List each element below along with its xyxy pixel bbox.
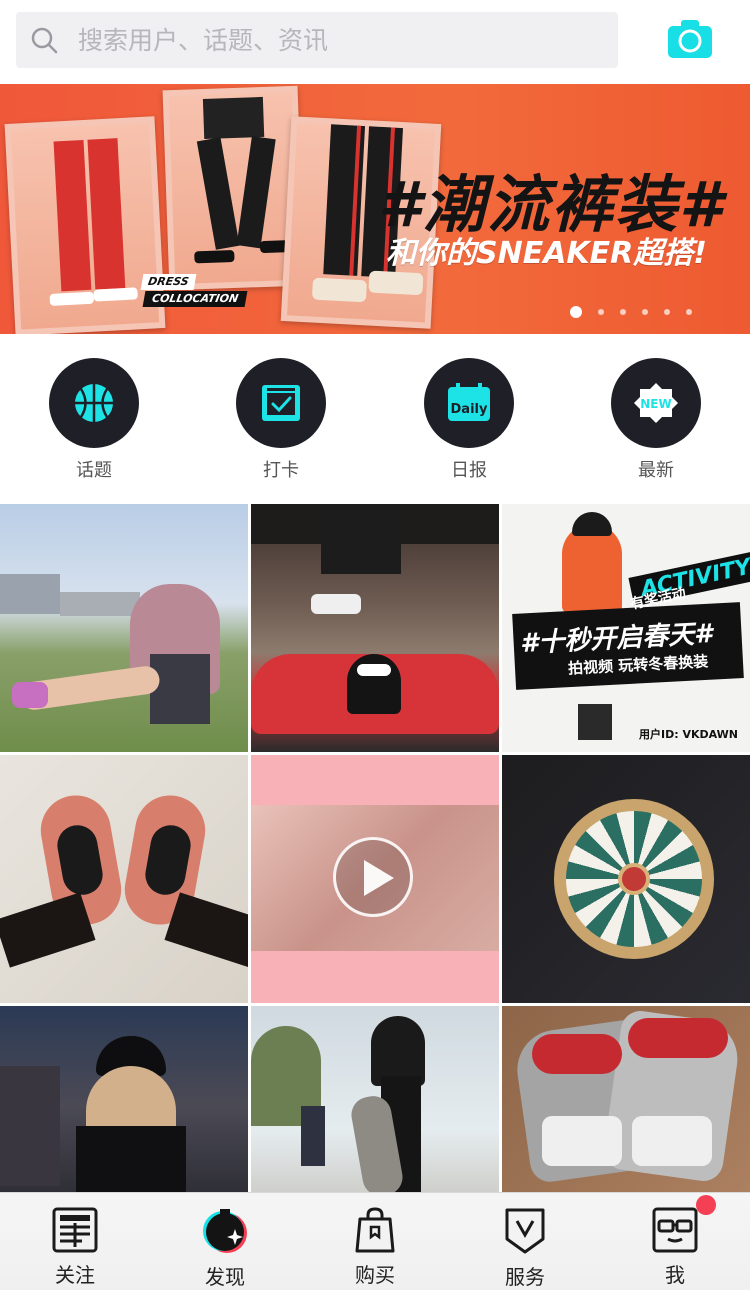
tab-label: 我 (665, 1263, 685, 1287)
feed-item[interactable] (0, 755, 248, 1003)
notification-badge (696, 1195, 716, 1215)
quick-entry-label: 最新 (638, 460, 674, 481)
play-icon[interactable] (333, 837, 413, 917)
banner-tag-dress: DRESS (140, 274, 196, 290)
banner-tag-collocation: COLLOCATION (142, 291, 248, 307)
tab-label: 发现 (205, 1265, 245, 1289)
carousel-dot[interactable] (598, 309, 604, 315)
svg-text:NEW: NEW (640, 397, 671, 411)
quick-entry-label: 打卡 (263, 460, 299, 481)
carousel-dot[interactable] (664, 309, 670, 315)
tab-service[interactable]: 服务 (470, 1207, 580, 1290)
person-shape (572, 512, 612, 536)
svg-text:Daily: Daily (451, 402, 488, 417)
feed-item[interactable] (0, 504, 248, 752)
feed-item[interactable] (251, 1006, 499, 1192)
person-shape (578, 704, 612, 740)
shopping-bag-icon (355, 1207, 395, 1253)
bottom-tab-bar: 关注 发现 购买 服务 我 (0, 1192, 750, 1290)
person-shape (150, 654, 210, 724)
building-shape (0, 574, 60, 614)
feed-item[interactable] (0, 1006, 248, 1192)
carousel-dot-active[interactable] (570, 306, 582, 318)
service-icon (505, 1208, 545, 1254)
profile-glasses-icon (652, 1207, 698, 1253)
tab-label: 服务 (505, 1265, 545, 1289)
banner-subtitle: 和你的SNEAKER超搭! (386, 236, 707, 271)
carousel-dot[interactable] (686, 309, 692, 315)
quick-entry-checkin[interactable]: 打卡 (226, 358, 336, 482)
new-badge-icon: NEW (634, 383, 678, 423)
follow-icon (52, 1207, 98, 1253)
tab-discover[interactable]: 发现 (170, 1207, 280, 1290)
sneaker-shape (628, 1018, 728, 1058)
feed-item[interactable] (251, 504, 499, 752)
sneaker-shape (12, 682, 48, 708)
person-shape (357, 664, 391, 676)
person-shape (76, 1126, 186, 1192)
building-shape (60, 592, 140, 616)
carousel-dot[interactable] (642, 309, 648, 315)
quick-entry-circle (49, 358, 139, 448)
person-shape (301, 1106, 325, 1166)
discover-icon (203, 1209, 247, 1253)
quick-entry-topics[interactable]: 话题 (39, 358, 149, 482)
quick-entry-circle (236, 358, 326, 448)
person-shape (562, 524, 622, 614)
quick-entry-daily[interactable]: Daily 日报 (414, 358, 524, 482)
sneaker-shape (532, 1034, 622, 1074)
search-box[interactable] (16, 12, 618, 68)
promo-banner[interactable]: DRESS COLLOCATION #潮流裤装# 和你的SNEAKER超搭! (0, 84, 750, 334)
search-input[interactable] (76, 24, 580, 56)
person-shape (0, 892, 96, 968)
carousel-dot[interactable] (620, 309, 626, 315)
feed-item[interactable] (502, 1006, 750, 1192)
search-icon (31, 27, 58, 54)
tab-me[interactable]: 我 (620, 1207, 730, 1288)
activity-user-id: 用户ID: VKDAWN (639, 728, 738, 741)
tab-label: 关注 (55, 1263, 95, 1287)
tab-buy[interactable]: 购买 (320, 1207, 430, 1288)
camera-icon[interactable] (668, 20, 712, 58)
quick-entries: 话题 打卡 Daily 日报 NEW 最新 (0, 334, 750, 504)
person-shape (347, 654, 401, 714)
feed-item-video[interactable] (251, 755, 499, 1003)
tab-label: 购买 (355, 1263, 395, 1287)
basketball-icon (75, 384, 113, 422)
feed-grid: ACTIVITY 有奖活动 #十秒开启春天# 拍视频 玩转冬春换装 用户ID: … (0, 504, 750, 1192)
feed-item[interactable] (502, 755, 750, 1003)
person-shape (321, 504, 401, 574)
banner-photo-red-pants (4, 116, 166, 334)
tab-follow[interactable]: 关注 (20, 1207, 130, 1288)
quick-entry-newest[interactable]: NEW 最新 (601, 358, 711, 482)
quick-entry-circle: Daily (424, 358, 514, 448)
person-shape (164, 892, 248, 968)
daily-calendar-icon: Daily (448, 383, 490, 421)
sneaker-shape (632, 1116, 712, 1166)
feed-item-activity[interactable]: ACTIVITY 有奖活动 #十秒开启春天# 拍视频 玩转冬春换装 用户ID: … (502, 504, 750, 752)
checkin-icon (262, 385, 300, 421)
quick-entry-label: 话题 (76, 460, 112, 481)
building-shape (0, 1066, 60, 1186)
quick-entry-label: 日报 (451, 460, 487, 481)
quick-entry-circle: NEW (611, 358, 701, 448)
carousel-dots (570, 306, 692, 318)
sneaker-shape (311, 594, 361, 614)
top-bar (0, 0, 750, 85)
sneaker-shape (542, 1116, 622, 1166)
watch-shape (618, 863, 650, 895)
